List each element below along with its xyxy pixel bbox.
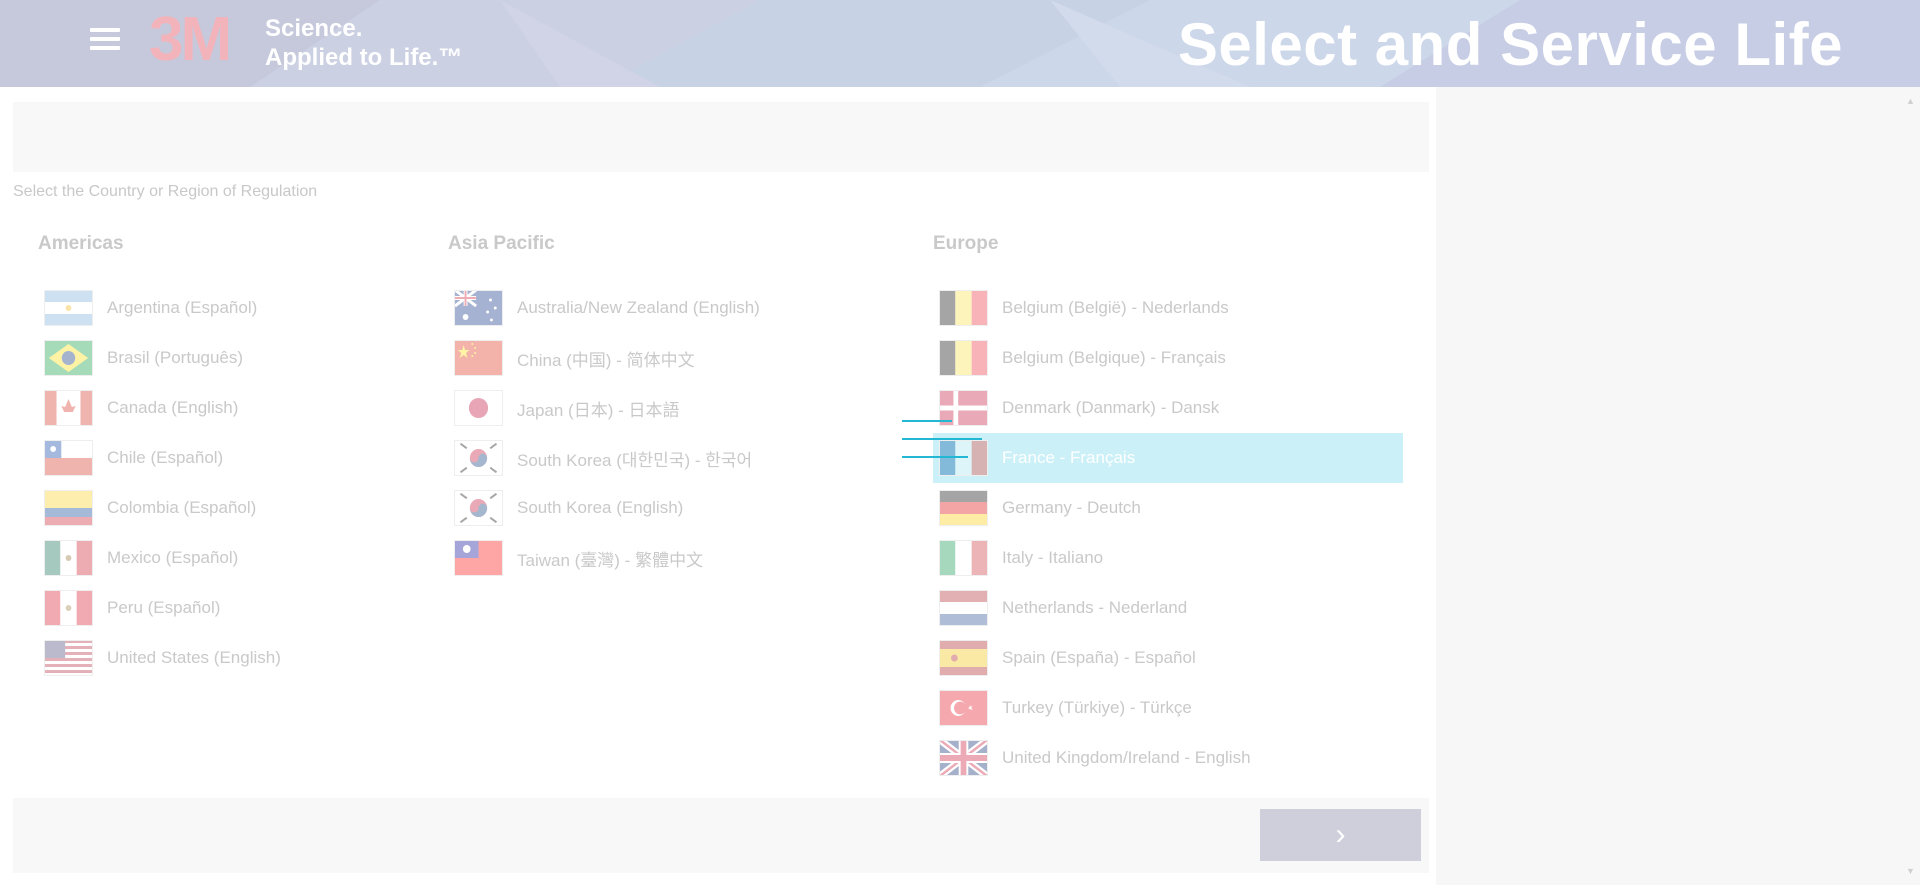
chevron-right-icon: › [1335,818,1346,851]
region-title: Asia Pacific [448,233,555,254]
taiwan-flag-icon [454,540,503,576]
canada-flag-icon [44,390,93,426]
country-option[interactable]: Denmark (Danmark) - Dansk [933,383,1403,433]
top-panel [13,102,1429,172]
bottom-panel [13,798,1429,873]
country-option[interactable]: Italy - Italiano [933,533,1403,583]
china-flag-icon [454,340,503,376]
country-option[interactable]: Peru (Español) [38,583,398,633]
country-label: Chile (Español) [107,448,224,467]
country-option[interactable]: Japan (日本) - 日本語 [448,383,888,433]
country-option[interactable]: United States (English) [38,633,398,683]
country-label: Spain (España) - Español [1002,648,1196,667]
country-label: Australia/New Zealand (English) [517,298,760,317]
country-label: Canada (English) [107,398,239,417]
app-header: 3M Science. Applied to Life.™ Select and… [0,0,1920,87]
mexico-flag-icon [44,540,93,576]
country-option[interactable]: South Korea (대한민국) - 한국어 [448,433,888,483]
country-label: Peru (Español) [107,598,221,617]
country-label: Belgium (België) - Nederlands [1002,298,1229,317]
country-label: Turkey (Türkiye) - Türkçe [1002,698,1192,717]
denmark-flag-icon [939,390,988,426]
country-list: Argentina (Español) Brasil (Português) Can… [38,283,398,683]
south-korea-flag-icon [454,490,503,526]
region-prompt: Select the Country or Region of Regulati… [13,183,318,200]
country-label: Argentina (Español) [107,298,258,317]
country-list: Belgium (België) - Nederlands Belgium (Be… [933,283,1403,783]
country-label: France - Français [1002,448,1136,467]
usa-flag-icon [44,640,93,676]
country-option[interactable]: China (中国) - 简体中文 [448,333,888,383]
tagline-line-2: Applied to Life.™ [265,44,463,71]
country-list: Australia/New Zealand (English) China (中国… [448,283,888,583]
country-option[interactable]: Taiwan (臺灣) - 繁體中文 [448,533,888,583]
country-label: Denmark (Danmark) - Dansk [1002,398,1220,417]
country-label: Italy - Italiano [1002,548,1104,567]
country-option[interactable]: Chile (Español) [38,433,398,483]
brazil-flag-icon [44,340,93,376]
spain-flag-icon [939,640,988,676]
country-option[interactable]: Belgium (Belgique) - Français [933,333,1403,383]
country-option[interactable]: Turkey (Türkiye) - Türkçe [933,683,1403,733]
country-label: Mexico (Español) [107,548,239,567]
belgium-flag-icon [939,290,988,326]
country-label: Brasil (Português) [107,348,244,367]
country-label: United States (English) [107,648,281,667]
country-label: United Kingdom/Ireland - English [1002,748,1251,767]
country-label: South Korea (대한민국) - 한국어 [517,450,753,470]
country-option[interactable]: Brasil (Português) [38,333,398,383]
scroll-up-icon[interactable]: ▲ [1906,96,1915,106]
country-label: Colombia (Español) [107,498,257,517]
region-title: Europe [933,233,999,254]
3m-logo[interactable]: 3M [149,8,232,72]
right-gutter [1436,87,1920,885]
country-option[interactable]: Mexico (Español) [38,533,398,583]
scroll-down-icon[interactable]: ▼ [1906,866,1915,876]
country-label: Belgium (Belgique) - Français [1002,348,1226,367]
country-option[interactable]: France - Français [933,433,1403,483]
hamburger-menu-icon[interactable] [90,28,120,56]
chile-flag-icon [44,440,93,476]
region-americas: Americas Argentina (Español) Brasil (Port… [38,232,398,683]
country-option[interactable]: Argentina (Español) [38,283,398,333]
country-option[interactable]: Spain (España) - Español [933,633,1403,683]
region-asia-pacific: Asia Pacific Australia/New Zealand (Engl… [448,232,888,583]
next-button[interactable]: › [1260,809,1421,861]
country-option[interactable]: South Korea (English) [448,483,888,533]
region-title: Americas [38,233,124,254]
japan-flag-icon [454,390,503,426]
netherlands-flag-icon [939,590,988,626]
germany-flag-icon [939,490,988,526]
country-label: Netherlands - Nederland [1002,598,1188,617]
france-flag-icon [939,440,988,476]
country-label: Germany - Deutch [1002,498,1141,517]
tagline-line-1: Science. [265,15,363,42]
country-label: South Korea (English) [517,498,684,517]
region-europe: Europe Belgium (België) - Nederlands Belg… [933,232,1403,783]
country-label: China (中国) - 简体中文 [517,350,695,370]
brand-tagline: Science. Applied to Life.™ [265,14,462,72]
colombia-flag-icon [44,490,93,526]
app-title: Select and Service Life [1177,11,1843,78]
country-option[interactable]: Germany - Deutch [933,483,1403,533]
country-option[interactable]: Netherlands - Nederland [933,583,1403,633]
country-label: Taiwan (臺灣) - 繁體中文 [517,550,704,570]
australia-flag-icon [454,290,503,326]
country-label: Japan (日本) - 日本語 [517,400,680,420]
country-option[interactable]: Canada (English) [38,383,398,433]
peru-flag-icon [44,590,93,626]
country-option[interactable]: Belgium (België) - Nederlands [933,283,1403,333]
country-option[interactable]: Australia/New Zealand (English) [448,283,888,333]
uk-flag-icon [939,740,988,776]
south-korea-flag-icon [454,440,503,476]
belgium-flag-icon [939,340,988,376]
country-option[interactable]: United Kingdom/Ireland - English [933,733,1403,783]
country-option[interactable]: Colombia (Español) [38,483,398,533]
argentina-flag-icon [44,290,93,326]
italy-flag-icon [939,540,988,576]
turkey-flag-icon [939,690,988,726]
